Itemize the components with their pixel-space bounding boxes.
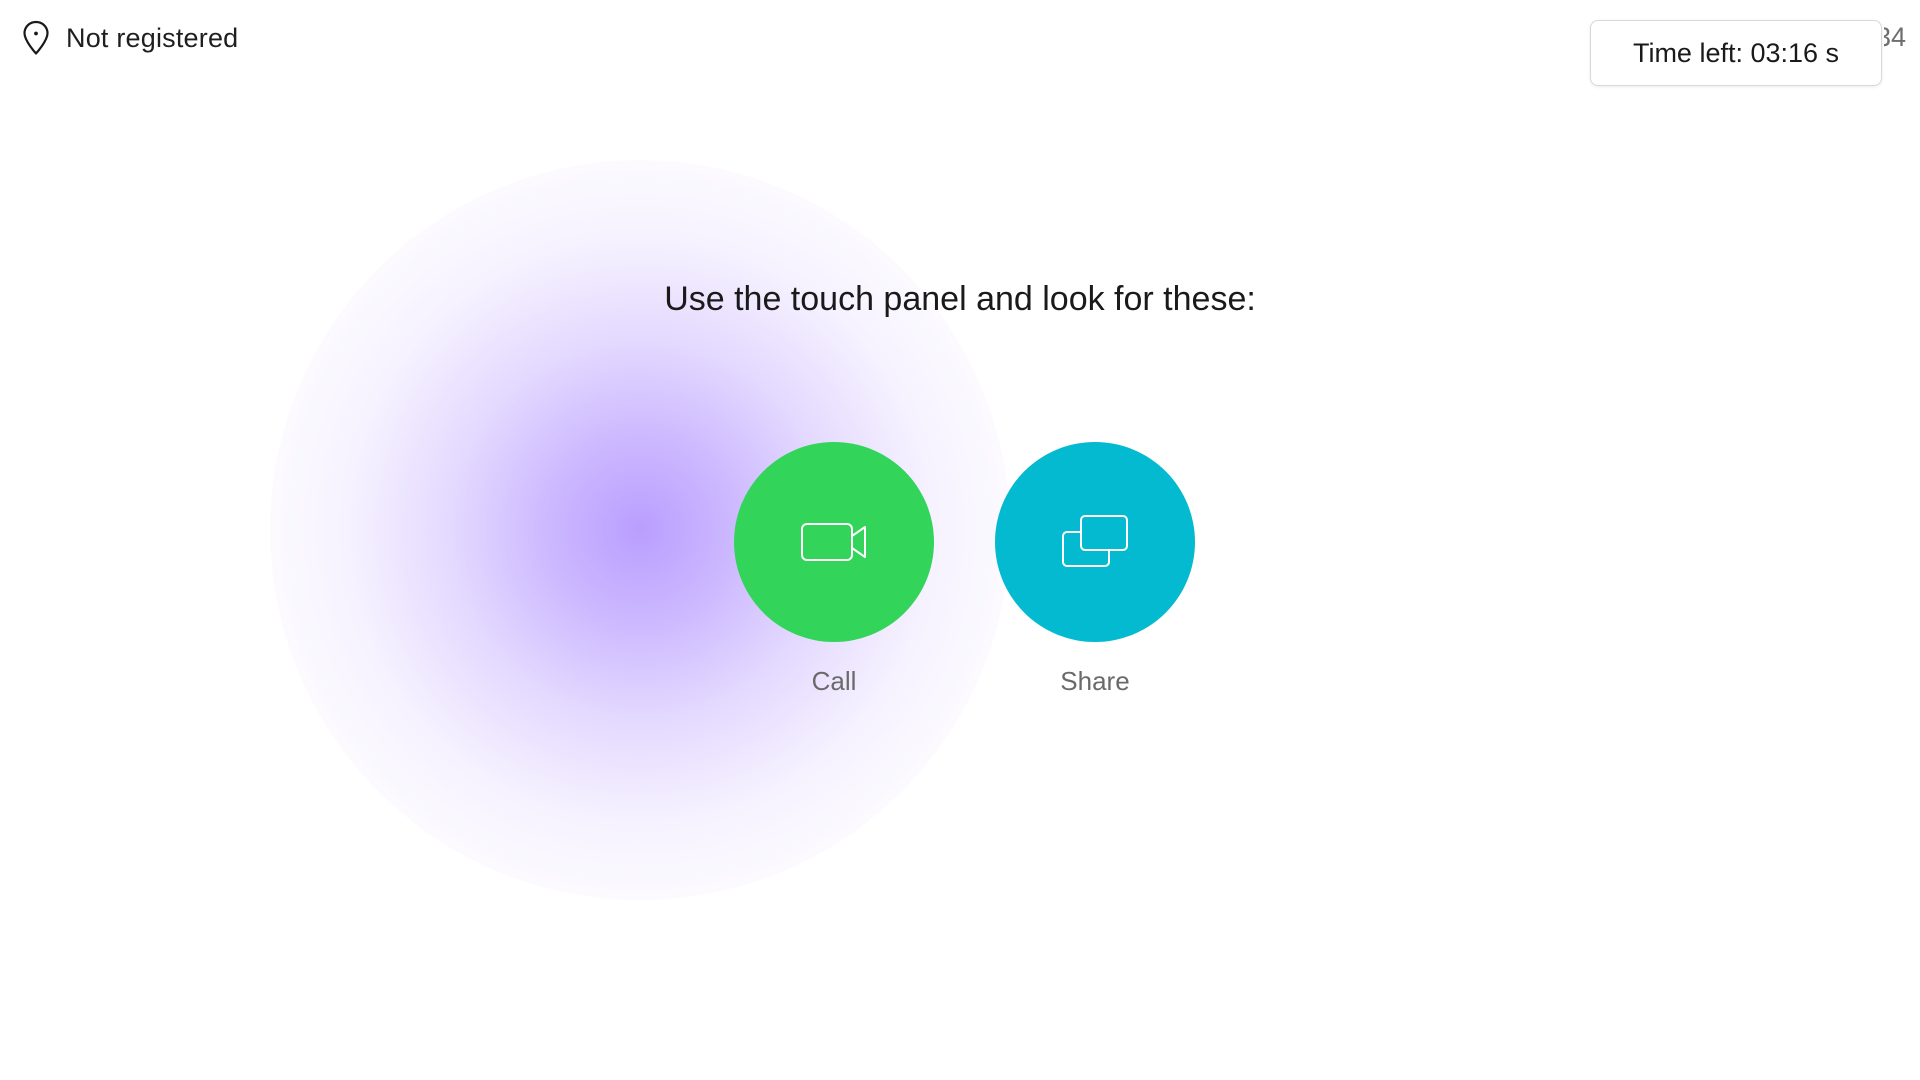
touch-panel-instructions-screen: Not registered 34 Time left: 03:16 s Use… [0, 0, 1920, 1080]
video-camera-icon [801, 523, 866, 561]
call-label: Call [811, 666, 857, 696]
clock-text: 34 [1884, 22, 1906, 52]
share-screen-icon [1062, 515, 1128, 567]
registration-status-text: Not registered [66, 22, 239, 53]
share-action: Share [995, 442, 1195, 697]
instruction-heading: Use the touch panel and look for these: [664, 280, 1256, 318]
share-label: Share [1060, 666, 1130, 696]
time-left-badge: Time left: 03:16 s [1590, 20, 1882, 86]
time-left-text: Time left: 03:16 s [1632, 37, 1840, 68]
registration-status: Not registered [22, 18, 238, 58]
location-pin-icon [23, 20, 49, 55]
call-button[interactable] [734, 442, 934, 642]
call-action: Call [734, 442, 934, 697]
share-button[interactable] [995, 442, 1195, 642]
